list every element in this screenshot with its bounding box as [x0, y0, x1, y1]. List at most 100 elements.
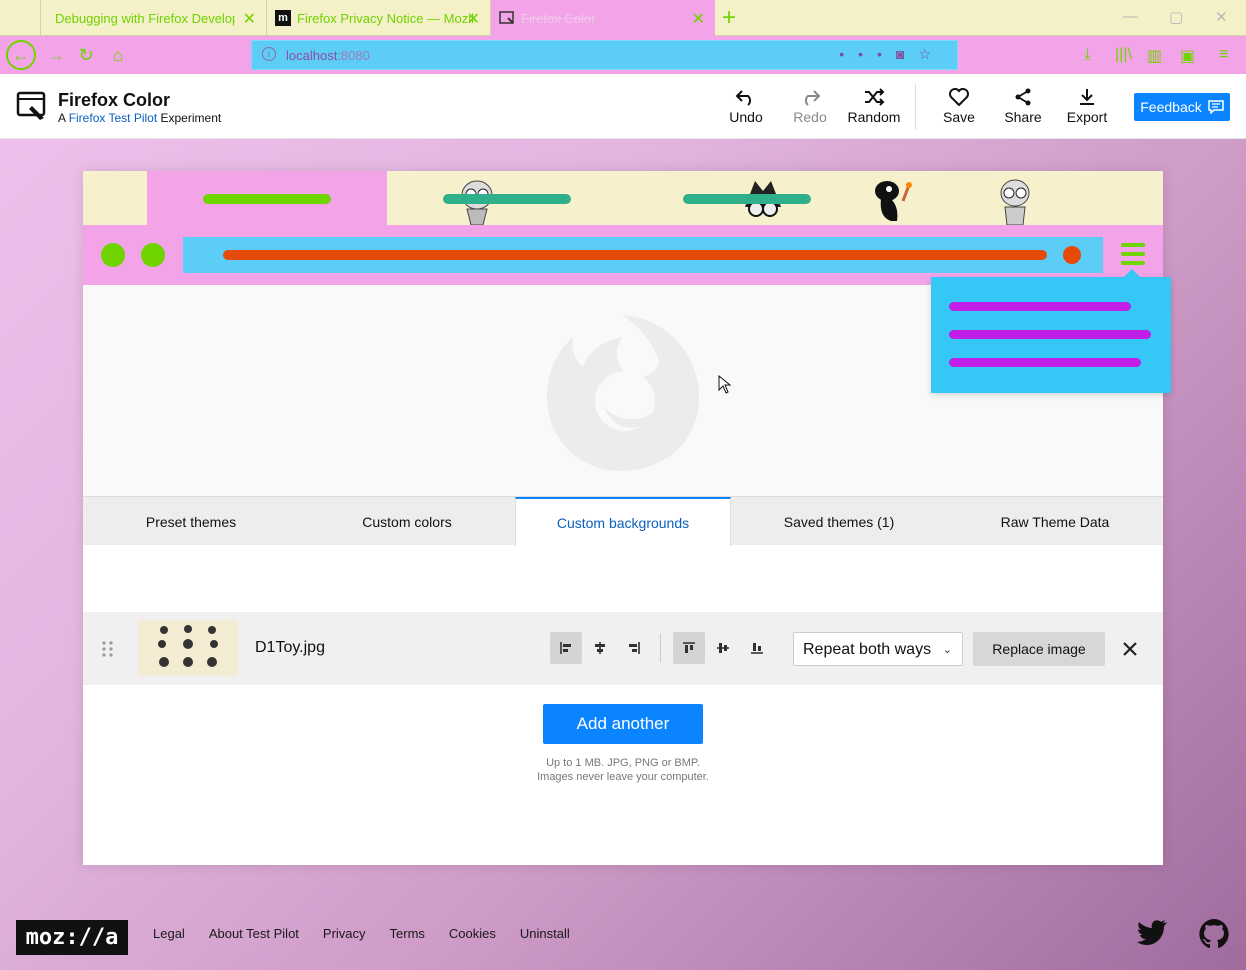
twitter-icon[interactable] — [1136, 918, 1168, 946]
page-actions-icon[interactable]: ••• — [839, 46, 896, 62]
tab-preset-themes[interactable]: Preset themes — [83, 497, 299, 546]
footer-link-uninstall[interactable]: Uninstall — [520, 926, 570, 941]
home-icon[interactable]: ⌂ — [104, 41, 132, 69]
mozilla-logo[interactable]: moz://a — [16, 920, 128, 955]
feedback-button[interactable]: Feedback — [1134, 93, 1230, 121]
test-pilot-link[interactable]: Firefox Test Pilot — [69, 111, 157, 125]
mouse-cursor-icon — [718, 375, 732, 394]
undo-button[interactable]: Undo — [716, 88, 776, 125]
sidebar-icon[interactable]: ▥ — [1147, 46, 1162, 66]
heart-icon — [949, 88, 969, 106]
bg-character-image — [875, 181, 912, 221]
align-divider — [660, 634, 661, 662]
align-right-icon — [629, 642, 640, 654]
export-button[interactable]: Export — [1057, 88, 1117, 125]
preview-back-icon[interactable] — [101, 243, 125, 267]
minimize-icon[interactable]: — — [1123, 8, 1138, 25]
share-icon — [1015, 88, 1031, 106]
redo-label: Redo — [793, 109, 827, 125]
footer-link-about-test-pilot[interactable]: About Test Pilot — [209, 926, 299, 941]
align-left-button[interactable] — [550, 632, 582, 664]
export-label: Export — [1066, 109, 1108, 125]
back-arrow-icon[interactable]: ← — [6, 40, 36, 70]
add-another-button[interactable]: Add another — [543, 704, 703, 744]
preview-forward-icon[interactable] — [141, 243, 165, 267]
close-window-icon[interactable]: ✕ — [1215, 8, 1228, 26]
align-bottom-icon — [751, 643, 763, 654]
drag-handle-icon[interactable] — [101, 640, 115, 658]
reload-icon[interactable]: ↻ — [72, 41, 100, 69]
popup-item — [949, 302, 1131, 311]
tab-title: Firefox Color — [521, 10, 596, 26]
tab-saved-themes[interactable]: Saved themes (1) — [731, 497, 947, 546]
redo-button[interactable]: Redo — [780, 88, 840, 125]
align-center-icon — [595, 642, 605, 654]
library-icon[interactable]: |||\ — [1115, 46, 1132, 64]
upload-hint: Up to 1 MB. JPG, PNG or BMP. Images neve… — [83, 756, 1163, 784]
chevron-down-icon: ⌄ — [942, 644, 952, 656]
preview-menu-icon[interactable] — [1121, 243, 1145, 270]
browser-tab-privacy[interactable]: m Firefox Privacy Notice — Mozil ✕ — [266, 0, 490, 36]
bookmark-star-icon[interactable]: ☆ — [918, 46, 945, 62]
close-tab-icon[interactable]: ✕ — [467, 9, 480, 29]
align-top-button[interactable] — [673, 632, 705, 664]
footer-link-terms[interactable]: Terms — [390, 926, 425, 941]
forward-arrow-icon[interactable]: → — [42, 41, 70, 69]
close-tab-icon[interactable]: ✕ — [692, 9, 705, 29]
save-button[interactable]: Save — [929, 88, 989, 125]
feedback-label: Feedback — [1140, 99, 1202, 115]
browser-tab-firefox-color[interactable]: Firefox Color ✕ — [490, 0, 715, 36]
align-center-button[interactable] — [584, 632, 616, 664]
align-middle-button[interactable] — [707, 632, 739, 664]
bg-character-image — [1000, 179, 1030, 225]
background-thumbnail — [138, 620, 238, 676]
editor-tabs: Preset themes Custom colors Custom backg… — [83, 496, 1163, 546]
repeat-select-value: Repeat both ways — [803, 641, 932, 658]
random-button[interactable]: Random — [844, 88, 904, 125]
github-icon[interactable] — [1198, 918, 1230, 950]
mdn-favicon-icon: m — [275, 10, 291, 26]
background-filename: D1Toy.jpg — [255, 639, 325, 656]
pocket-icon[interactable]: ◙ — [896, 46, 918, 62]
repeat-select[interactable]: Repeat both ways ⌄ — [793, 632, 963, 666]
downloads-icon[interactable]: ⤓ — [1084, 46, 1091, 64]
header-divider — [915, 84, 916, 130]
footer-link-cookies[interactable]: Cookies — [449, 926, 496, 941]
footer-links: Legal About Test Pilot Privacy Terms Coo… — [153, 926, 570, 941]
preview-url-icon — [1063, 246, 1081, 264]
tab-raw-theme-data[interactable]: Raw Theme Data — [947, 497, 1163, 546]
tab-custom-colors[interactable]: Custom colors — [299, 497, 515, 546]
firefox-color-favicon-icon — [499, 11, 514, 24]
app-title: Firefox Color — [58, 90, 171, 110]
preview-toolbar — [83, 225, 1163, 285]
footer-link-privacy[interactable]: Privacy — [323, 926, 366, 941]
align-bottom-button[interactable] — [741, 632, 773, 664]
align-right-button[interactable] — [618, 632, 650, 664]
firefox-color-logo-icon — [16, 91, 46, 120]
url-bar[interactable]: i localhost:8080 •••◙☆ — [251, 40, 958, 70]
download-icon — [1080, 89, 1094, 105]
maximize-icon[interactable]: ▢ — [1169, 8, 1183, 26]
footer-link-legal[interactable]: Legal — [153, 926, 185, 941]
hamburger-menu-icon[interactable]: ≡ — [1219, 46, 1228, 64]
nav-bar: ← → ↻ ⌂ i localhost:8080 •••◙☆ ⤓ |||\ ▥ … — [0, 36, 1246, 74]
firefox-watermark-icon — [547, 315, 700, 471]
remove-background-icon[interactable] — [1119, 638, 1141, 660]
undo-label: Undo — [729, 109, 763, 125]
new-tab-icon[interactable]: + — [722, 4, 736, 32]
preview-url-bar[interactable] — [183, 237, 1103, 273]
app-header: Firefox Color A Firefox Test Pilot Exper… — [0, 74, 1246, 139]
share-button[interactable]: Share — [993, 88, 1053, 125]
firefox-color-toolbar-icon[interactable]: ▣ — [1180, 46, 1195, 66]
align-top-icon — [683, 642, 695, 653]
close-tab-icon[interactable]: ✕ — [243, 9, 256, 29]
save-label: Save — [943, 109, 975, 125]
tab-custom-backgrounds[interactable]: Custom backgrounds — [515, 497, 731, 546]
browser-tab-debugging[interactable]: Debugging with Firefox Developer ✕ — [40, 0, 266, 36]
tab-title: Firefox Privacy Notice — Mozil — [297, 10, 474, 26]
info-icon[interactable]: i — [262, 47, 276, 61]
replace-image-button[interactable]: Replace image — [973, 632, 1105, 666]
tab-title: Debugging with Firefox Developer — [55, 10, 235, 26]
align-middle-icon — [717, 643, 729, 653]
preview-url-text — [223, 250, 1047, 260]
